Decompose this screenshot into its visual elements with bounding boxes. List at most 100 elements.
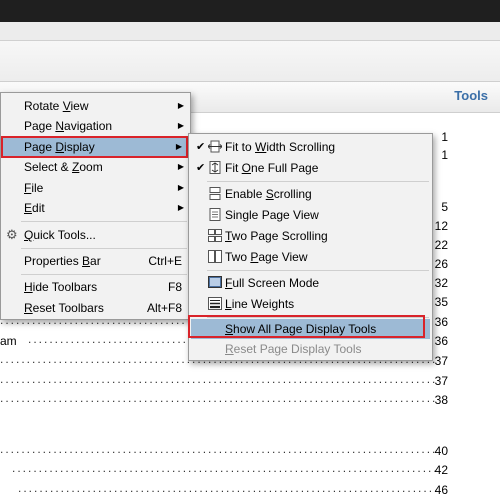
- toc-page-number: 46: [434, 483, 448, 497]
- menu-separator: [21, 274, 187, 275]
- menu-item-label: Reset Page Display Tools: [225, 342, 362, 356]
- toc-page-number: 32: [434, 276, 448, 290]
- menu-item-show-all-page-display-tools[interactable]: Show All Page Display Tools: [191, 319, 430, 339]
- toc-leader-dots: ........................................…: [12, 461, 438, 475]
- menu-item-label: Fit One Full Page: [225, 161, 319, 175]
- menu-separator: [21, 221, 187, 222]
- checkmark-icon: ✔: [196, 162, 206, 174]
- page-display-submenu: ✔ Fit to Width Scrolling ✔ Fit One Full …: [188, 133, 433, 361]
- menu-item-page-display[interactable]: Page Display ▶: [3, 137, 188, 157]
- toc-page-number: 5: [441, 200, 448, 214]
- toc-page-number: 37: [434, 354, 448, 368]
- gear-icon: ⚙: [6, 227, 18, 242]
- submenu-arrow-icon: ▶: [177, 203, 184, 212]
- submenu-arrow-icon: ▶: [177, 101, 184, 110]
- two-page-icon: [208, 250, 222, 263]
- menu-item-label: Two Page View: [225, 250, 308, 264]
- submenu-arrow-icon: ▶: [175, 142, 182, 151]
- menu-item-fit-one-full-page[interactable]: ✔ Fit One Full Page: [189, 158, 432, 178]
- toc-page-number: 36: [434, 334, 448, 348]
- menu-item-label: Quick Tools...: [24, 228, 96, 242]
- menu-separator: [207, 317, 429, 318]
- menu-item-quick-tools[interactable]: ⚙ Quick Tools...: [1, 225, 190, 245]
- menu-item-reset-toolbars[interactable]: Reset Toolbars Alt+F8: [1, 298, 190, 318]
- menu-item-label: Hide Toolbars: [24, 280, 98, 294]
- toc-page-number: 35: [434, 295, 448, 309]
- menu-item-properties-bar[interactable]: Properties Bar Ctrl+E: [1, 251, 190, 271]
- menu-separator: [207, 181, 429, 182]
- menu-item-shortcut: Alt+F8: [146, 301, 182, 315]
- menu-item-label: Edit: [24, 201, 45, 215]
- menu-item-label: Rotate View: [24, 99, 89, 113]
- toc-page-number: 42: [434, 463, 448, 477]
- toc-leader-dots: ........................................…: [0, 372, 438, 386]
- menu-item-shortcut: F8: [167, 280, 182, 294]
- menu-item-two-page-scrolling[interactable]: Two Page Scrolling: [189, 226, 432, 246]
- toc-leader-dots: ........................................…: [0, 391, 438, 405]
- menu-separator: [207, 270, 429, 271]
- toc-leader-dots: ........................................…: [0, 442, 438, 456]
- toc-entry-text: am: [0, 334, 17, 348]
- menu-item-label: Line Weights: [225, 297, 295, 311]
- toc-page-number: 37: [434, 374, 448, 388]
- menu-item-select-zoom[interactable]: Select & Zoom ▶: [1, 157, 190, 177]
- menu-strip: [0, 22, 500, 41]
- menu-item-label: Full Screen Mode: [225, 276, 320, 290]
- menu-item-label: Page Navigation: [24, 119, 113, 133]
- toc-page-number: 22: [434, 238, 448, 252]
- submenu-arrow-icon: ▶: [177, 183, 184, 192]
- menu-item-fit-to-width-scrolling[interactable]: ✔ Fit to Width Scrolling: [189, 137, 432, 157]
- menu-item-full-screen-mode[interactable]: Full Screen Mode: [189, 273, 432, 293]
- toc-line: ........................................…: [0, 481, 500, 499]
- checkmark-icon: ✔: [196, 141, 206, 153]
- toc-line: ........................................…: [0, 461, 500, 479]
- menu-item-edit[interactable]: Edit ▶: [1, 198, 190, 218]
- menu-item-reset-page-display-tools: Reset Page Display Tools: [189, 339, 432, 359]
- menu-item-rotate-view[interactable]: Rotate View ▶: [1, 96, 190, 116]
- menu-item-label: Properties Bar: [24, 254, 101, 268]
- toc-leader-dots: ....................................: [28, 332, 186, 346]
- full-screen-icon: [208, 276, 222, 288]
- menu-item-label: Reset Toolbars: [24, 301, 104, 315]
- menu-item-file[interactable]: File ▶: [1, 178, 190, 198]
- menu-item-label: Fit to Width Scrolling: [225, 140, 336, 154]
- toolbar-context-menu: Rotate View ▶ Page Navigation ▶ Page Dis…: [0, 92, 191, 320]
- toc-page-number: 12: [434, 219, 448, 233]
- menu-item-two-page-view[interactable]: Two Page View: [189, 247, 432, 267]
- menu-item-enable-scrolling[interactable]: Enable Scrolling: [189, 184, 432, 204]
- window-title-bar: [0, 0, 500, 22]
- toc-leader-dots: ........................................…: [18, 481, 438, 495]
- toc-line: ........................................…: [0, 391, 500, 409]
- menu-item-page-navigation[interactable]: Page Navigation ▶: [1, 116, 190, 136]
- toc-page-number: 1: [441, 148, 448, 162]
- submenu-arrow-icon: ▶: [177, 121, 184, 130]
- menu-item-hide-toolbars[interactable]: Hide Toolbars F8: [1, 277, 190, 297]
- menu-separator: [21, 248, 187, 249]
- toc-page-number: 26: [434, 257, 448, 271]
- tools-pane-button[interactable]: Tools: [454, 88, 488, 103]
- menu-item-label: Select & Zoom: [24, 160, 103, 174]
- menu-item-label: Enable Scrolling: [225, 187, 312, 201]
- menu-item-label: File: [24, 181, 44, 195]
- menu-item-label: Show All Page Display Tools: [225, 322, 377, 336]
- line-weights-icon: [208, 297, 222, 310]
- menu-item-label: Two Page Scrolling: [225, 229, 328, 243]
- toc-page-number: 40: [434, 444, 448, 458]
- toolbar-area: [0, 41, 500, 82]
- toc-page-number: 1: [441, 130, 448, 144]
- menu-item-label: Single Page View: [225, 208, 319, 222]
- menu-item-line-weights[interactable]: Line Weights: [189, 294, 432, 314]
- menu-item-label: Page Display: [24, 140, 95, 154]
- two-page-scrolling-icon: [208, 229, 222, 242]
- menu-item-shortcut: Ctrl+E: [148, 254, 182, 268]
- fit-width-icon: [208, 140, 222, 153]
- toc-page-number: 38: [434, 393, 448, 407]
- toc-line: ........................................…: [0, 372, 500, 390]
- scrolling-icon: [209, 187, 221, 200]
- submenu-arrow-icon: ▶: [177, 162, 184, 171]
- toc-line: ........................................…: [0, 442, 500, 460]
- menu-item-single-page-view[interactable]: Single Page View: [189, 205, 432, 225]
- fit-page-icon: [209, 161, 221, 174]
- single-page-icon: [209, 208, 221, 221]
- toc-page-number: 36: [434, 315, 448, 329]
